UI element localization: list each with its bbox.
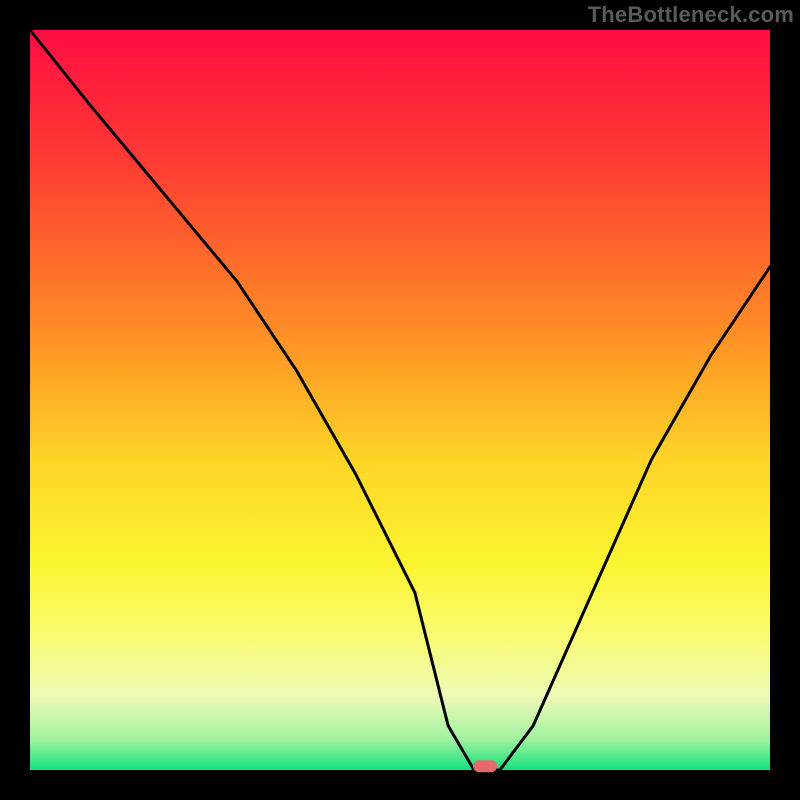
- chart-frame: TheBottleneck.com: [0, 0, 800, 800]
- watermark-text: TheBottleneck.com: [588, 2, 794, 28]
- optimal-marker: [473, 760, 497, 772]
- chart-gradient-bg: [30, 30, 770, 770]
- chart-svg: [0, 0, 800, 800]
